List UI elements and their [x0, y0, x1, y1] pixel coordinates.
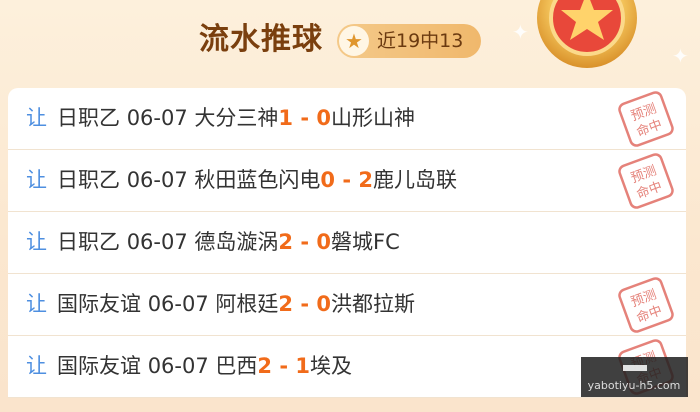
score-separator: - — [335, 168, 359, 192]
league: 日职乙 — [57, 230, 120, 254]
handicap-label: 让 — [26, 106, 47, 130]
match-row[interactable]: 让日职乙 06-07 德岛漩涡2 - 0磐城FC — [8, 212, 686, 274]
sparkle-icon: ✦ — [512, 20, 529, 44]
score-separator: - — [293, 106, 317, 130]
match-date: 06-07 — [126, 106, 188, 130]
hit-stamp-icon: 预测 命中 — [618, 153, 674, 209]
sparkle-icon: ✦ — [672, 44, 689, 68]
away-team: 埃及 — [310, 354, 352, 378]
star-medal-icon — [537, 0, 637, 68]
away-score: 0 — [316, 106, 331, 130]
handicap-label: 让 — [26, 230, 47, 254]
match-row[interactable]: 让日职乙 06-07 大分三神1 - 0山形山神 预测 命中 — [8, 88, 686, 150]
watermark-text: yabotiyu-h5.com — [587, 379, 681, 392]
match-date: 06-07 — [147, 292, 209, 316]
watermark: yabotiyu-h5.com — [581, 357, 688, 397]
handicap-label: 让 — [26, 168, 47, 192]
hit-stamp-icon: 预测 命中 — [618, 277, 674, 333]
home-score: 2 — [278, 230, 294, 254]
record-badge-text: 近19中13 — [377, 30, 464, 52]
league: 国际友谊 — [57, 354, 141, 378]
match-row[interactable]: 让国际友谊 06-07 阿根廷2 - 0洪都拉斯 预测 命中 — [8, 274, 686, 336]
home-score: 0 — [320, 168, 336, 192]
match-date: 06-07 — [126, 168, 188, 192]
league: 日职乙 — [57, 106, 120, 130]
home-score: 2 — [257, 354, 273, 378]
match-row[interactable]: 让日职乙 06-07 秋田蓝色闪电0 - 2鹿儿岛联 预测 命中 — [8, 150, 686, 212]
page-title: 流水推球 — [199, 22, 323, 57]
league: 日职乙 — [57, 168, 120, 192]
match-date: 06-07 — [147, 354, 209, 378]
handicap-label: 让 — [26, 354, 47, 378]
score-separator: - — [293, 230, 317, 254]
watermark-logo-icon — [623, 365, 647, 371]
away-score: 2 — [358, 168, 373, 192]
home-team: 德岛漩涡 — [194, 230, 279, 254]
home-score: 1 — [278, 106, 294, 130]
away-team: 山形山神 — [331, 106, 415, 130]
star-icon: ★ — [339, 26, 369, 56]
league: 国际友谊 — [57, 292, 141, 316]
handicap-label: 让 — [26, 292, 47, 316]
score-separator: - — [293, 292, 317, 316]
away-team: 磐城FC — [331, 230, 400, 254]
home-team: 大分三神 — [194, 106, 279, 130]
score-separator: - — [272, 354, 296, 378]
record-badge: ★ 近19中13 — [337, 24, 481, 58]
hit-stamp-icon: 预测 命中 — [618, 91, 674, 147]
match-date: 06-07 — [126, 230, 188, 254]
away-team: 洪都拉斯 — [331, 292, 415, 316]
away-score: 0 — [316, 230, 331, 254]
home-score: 2 — [278, 292, 294, 316]
away-score: 1 — [295, 354, 310, 378]
away-team: 鹿儿岛联 — [373, 168, 457, 192]
away-score: 0 — [316, 292, 331, 316]
home-team: 阿根廷 — [215, 292, 279, 316]
home-team: 秋田蓝色闪电 — [194, 168, 321, 192]
header: 流水推球 ★ 近19中13 ✦ ✦ — [0, 0, 700, 86]
home-team: 巴西 — [215, 354, 258, 378]
